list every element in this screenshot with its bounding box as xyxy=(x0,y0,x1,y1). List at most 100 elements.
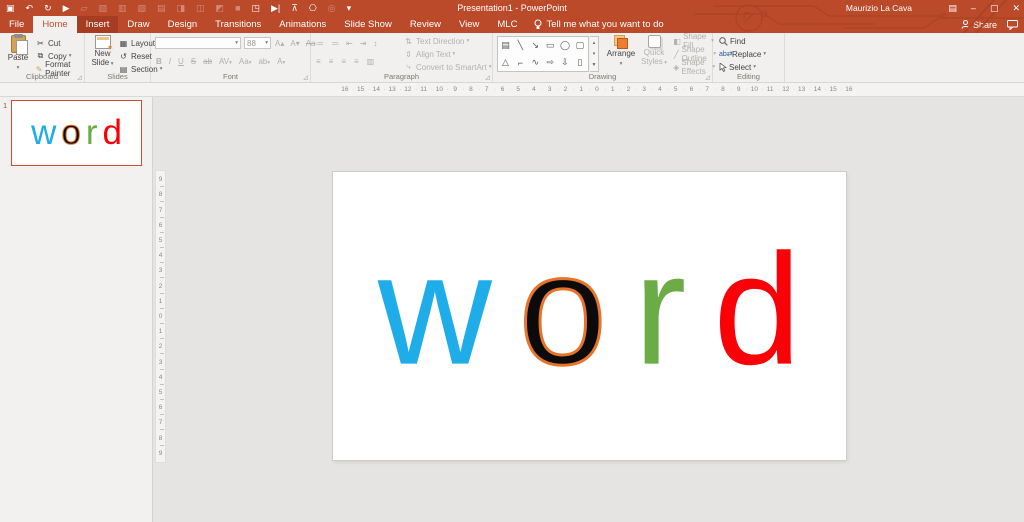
underline-button[interactable]: U xyxy=(178,57,184,66)
group-label-clipboard: Clipboard xyxy=(25,72,59,81)
align-text-button[interactable]: ⇕ Align Text ▾ xyxy=(403,48,455,60)
bold-button[interactable]: B xyxy=(156,57,162,66)
text-shadow-button[interactable]: ab xyxy=(203,57,212,66)
Insert[interactable]: Insert xyxy=(76,16,119,33)
close-button[interactable]: ✕ xyxy=(1012,3,1020,14)
Animations[interactable]: Animations xyxy=(270,16,335,33)
new-slide-button[interactable]: New Slide ▾ xyxy=(89,35,116,68)
user-name: Maurizio La Cava xyxy=(845,3,912,13)
shrink-font-button[interactable]: A▾ xyxy=(290,39,299,48)
horizontal-ruler-numbers: 1615141312111098765432101234567891011121… xyxy=(337,85,857,95)
shape-icon[interactable]: △ xyxy=(498,54,513,71)
strikethrough-button[interactable]: S xyxy=(191,57,196,66)
line-spacing-icon[interactable]: ↕ xyxy=(373,39,377,48)
font-style-buttons: B I U S ab AV▾ Aa▾ ab▾ A▾ xyxy=(156,55,285,67)
shapes-gallery: ▤ ╲ ↘ ▭ ◯ ▢ △ ⌐ ∿ ⇨ ⇩ ▯ xyxy=(497,36,589,72)
arrange-button[interactable]: Arrange ▾ xyxy=(605,35,637,68)
slide-letter: r xyxy=(633,221,687,398)
title-bar: ▣ ↶ ↻ ▶ ▱ ▨ ▥ ▧ ▤ ◨ ◫ ◩ ■ ◳ ▶| ⊼ ⎔ ◎ ▾ Presentation1 - Pow… xyxy=(0,0,1024,33)
share-button[interactable]: Share xyxy=(961,20,997,30)
clipboard-dialog-launcher-icon[interactable]: ◿ xyxy=(77,74,82,81)
shape-icon[interactable]: ▢ xyxy=(572,37,587,54)
group-paragraph: ≔ ≕ ⇤ ⇥ ↕ ≡ ≡ ≡ ≡ ▥ ⇅ Text Direction ▾ ⇕ Align Text… xyxy=(311,33,493,82)
window-controls: ▤ – ▢ ✕ xyxy=(948,0,1020,16)
align-left-icon[interactable]: ≡ xyxy=(316,57,321,66)
reset-button[interactable]: ↺ Reset xyxy=(118,50,152,62)
person-icon xyxy=(961,20,970,29)
character-spacing-button[interactable]: AV▾ xyxy=(219,57,232,66)
slide-canvas[interactable]: word xyxy=(333,172,846,460)
paste-button[interactable]: Paste ▾ xyxy=(5,34,31,72)
Draw[interactable]: Draw xyxy=(118,16,158,33)
arrange-icon xyxy=(614,35,628,49)
paragraph-row2: ≡ ≡ ≡ ≡ ▥ xyxy=(316,55,374,67)
slide-thumbnail-1[interactable]: word xyxy=(11,100,142,166)
tell-me-box[interactable]: Tell me what you want to do xyxy=(526,16,671,33)
comments-icon[interactable] xyxy=(1007,19,1018,30)
bullets-icon[interactable]: ≔ xyxy=(316,39,324,48)
ribbon-home: Paste ▾ ✂ Cut ⧉ Copy ▾ ✎ Format Painter Clipb… xyxy=(0,32,1024,83)
maximize-button[interactable]: ▢ xyxy=(990,3,999,14)
shape-icon[interactable]: ◯ xyxy=(558,37,573,54)
shape-outline-icon: ╱ xyxy=(673,49,679,59)
Home[interactable]: Home xyxy=(33,16,77,33)
shape-icon[interactable]: ∿ xyxy=(528,54,543,71)
group-label-slides: Slides xyxy=(107,72,128,81)
scissors-icon: ✂ xyxy=(37,38,44,48)
decrease-indent-icon[interactable]: ⇤ xyxy=(346,39,353,48)
align-right-icon[interactable]: ≡ xyxy=(341,57,346,66)
font-dialog-launcher-icon[interactable]: ◿ xyxy=(303,74,308,81)
font-color-button[interactable]: A▾ xyxy=(277,57,285,66)
drawing-dialog-launcher-icon[interactable]: ◿ xyxy=(705,74,710,81)
File[interactable]: File xyxy=(0,16,33,33)
italic-button[interactable]: I xyxy=(169,57,171,66)
text-direction-icon: ⇅ xyxy=(405,36,412,46)
shape-icon[interactable]: ▤ xyxy=(498,37,513,54)
thumbnail-word-text: word xyxy=(12,112,141,152)
View[interactable]: View xyxy=(450,16,488,33)
grow-font-button[interactable]: A▴ xyxy=(275,39,284,48)
replace-icon: ab⇄ xyxy=(719,51,733,58)
horizontal-ruler: 1615141312111098765432101234567891011121… xyxy=(0,83,1024,97)
change-case-button[interactable]: Aa▾ xyxy=(239,57,252,66)
group-label-paragraph: Paragraph xyxy=(383,72,420,81)
replace-button[interactable]: ab⇄ Replace ▾ xyxy=(719,48,766,60)
text-direction-button[interactable]: ⇅ Text Direction ▾ xyxy=(403,35,469,47)
align-center-icon[interactable]: ≡ xyxy=(329,57,334,66)
group-drawing: ▤ ╲ ↘ ▭ ◯ ▢ △ ⌐ ∿ ⇨ ⇩ ▯ ▴ ▾ ▼ Arrange ▾ Quick Styles ▾… xyxy=(493,32,716,82)
group-label-editing: Editing xyxy=(737,72,760,81)
Design[interactable]: Design xyxy=(159,16,207,33)
ribbon-display-options-icon[interactable]: ▤ xyxy=(948,3,957,14)
Transitions[interactable]: Transitions xyxy=(206,16,270,33)
quick-styles-button[interactable]: Quick Styles ▾ xyxy=(639,35,669,67)
columns-icon[interactable]: ▥ xyxy=(367,57,375,66)
justify-icon[interactable]: ≡ xyxy=(354,57,359,66)
shape-icon[interactable]: ⇨ xyxy=(543,54,558,71)
slide-number: 1 xyxy=(3,101,8,110)
shape-icon[interactable]: ╲ xyxy=(513,37,528,54)
shape-icon[interactable]: ▭ xyxy=(543,37,558,54)
minimize-button[interactable]: – xyxy=(971,3,976,13)
find-button[interactable]: Find xyxy=(719,35,746,47)
Slide Show[interactable]: Slide Show xyxy=(335,16,401,33)
highlight-color-button[interactable]: ab▾ xyxy=(258,57,270,66)
cut-button[interactable]: ✂ Cut xyxy=(35,37,60,49)
shape-icon[interactable]: ▯ xyxy=(572,54,587,71)
numbering-icon[interactable]: ≕ xyxy=(331,39,339,48)
shape-icon[interactable]: ⌐ xyxy=(513,54,528,71)
shape-icon[interactable]: ⇩ xyxy=(558,54,573,71)
font-size-combobox[interactable]: 88 ▾ xyxy=(244,37,271,49)
paragraph-dialog-launcher-icon[interactable]: ◿ xyxy=(485,74,490,81)
increase-indent-icon[interactable]: ⇥ xyxy=(360,39,367,48)
group-label-drawing: Drawing xyxy=(588,72,617,81)
MLC[interactable]: MLC xyxy=(488,16,526,33)
shape-icon[interactable]: ↘ xyxy=(528,37,543,54)
thumbnail-letter: o xyxy=(61,112,81,152)
font-name-combobox[interactable]: ▾ xyxy=(155,37,241,49)
shapes-gallery-scroll[interactable]: ▴ ▾ ▼ xyxy=(590,36,599,72)
slide-word-text[interactable]: word xyxy=(333,221,846,398)
Review[interactable]: Review xyxy=(401,16,450,33)
lightbulb-icon xyxy=(534,19,542,29)
font-size-buttons: A▴ A▾ Aa xyxy=(275,37,316,49)
paste-icon xyxy=(10,34,28,55)
